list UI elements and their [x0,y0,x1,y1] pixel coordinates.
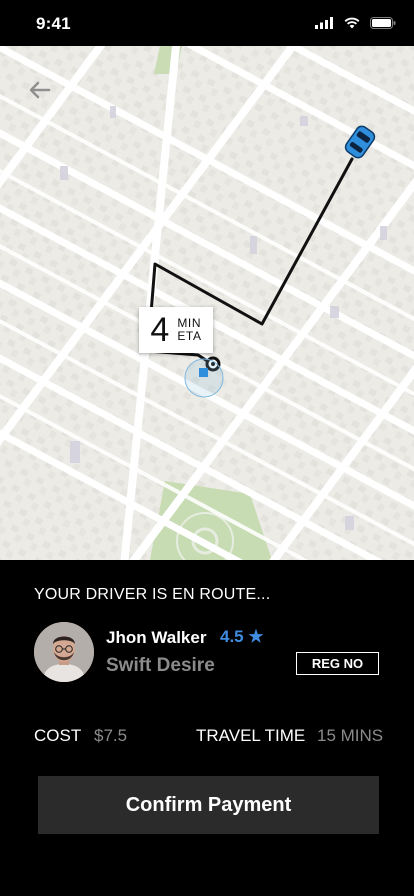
driver-status-text: YOUR DRIVER IS EN ROUTE... [34,586,271,603]
driver-name: Jhon Walker [106,628,207,647]
reg-no-label: REG NO [311,656,364,671]
driver-rating: 4.5 ★ [220,627,264,646]
map-view[interactable]: 4 MIN ETA [0,46,414,560]
cost-label: COST [34,726,82,745]
signal-icon [315,16,334,34]
eta-units: MIN ETA [177,317,201,343]
arrow-left-icon [29,81,51,104]
wifi-icon [344,16,360,34]
current-location-marker [184,358,224,398]
reg-no-badge: REG NO [296,652,379,675]
map-tiles [0,46,414,560]
avatar [34,622,94,682]
eta-value: 4 [150,311,170,349]
confirm-payment-button[interactable]: Confirm Payment [38,776,379,834]
car-model: Swift Desire [106,655,215,676]
travel-time-value: 15 MINS [317,726,384,745]
status-icons [309,16,396,30]
eta-card: 4 MIN ETA [139,307,213,353]
battery-icon [370,16,396,34]
cost-value: $7.5 [94,726,128,745]
driver-panel: YOUR DRIVER IS EN ROUTE... Jhon Walker 4… [0,560,414,896]
status-time: 9:41 [36,14,71,33]
eta-unit-eta: ETA [177,329,202,343]
travel-time-label: TRAVEL TIME [196,726,306,745]
back-button[interactable] [22,74,58,110]
status-bar: 9:41 [0,0,414,46]
